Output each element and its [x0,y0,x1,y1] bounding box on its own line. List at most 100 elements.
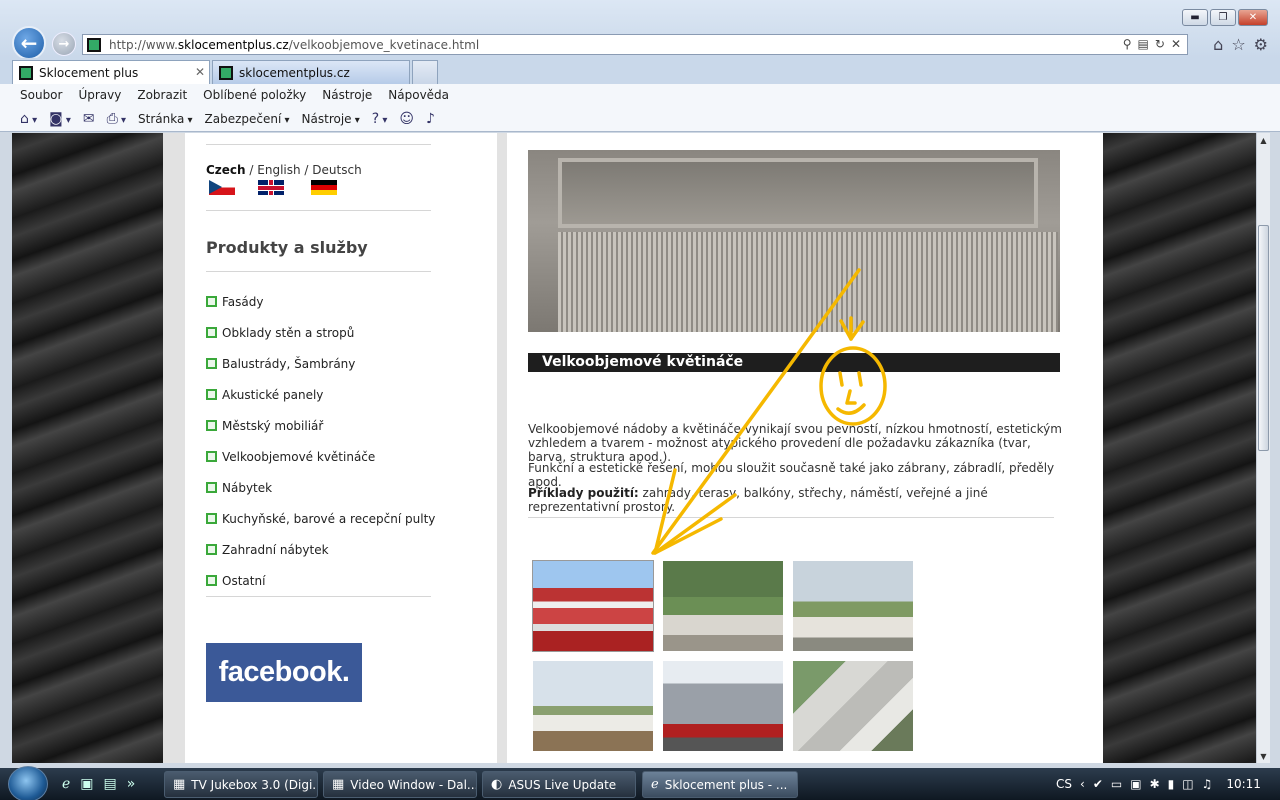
url-path: /velkoobjemove_kvetinace.html [288,37,480,52]
flag-czech-icon[interactable] [209,180,235,195]
planter-ribbed-side [558,232,1058,332]
menu-zobrazit[interactable]: Zobrazit [137,88,187,102]
scroll-down-arrow-icon[interactable]: ▼ [1257,749,1270,763]
chevron-left-icon[interactable]: ‹ [1080,777,1085,791]
product-obklady[interactable]: Obklady stěn a stropů [206,317,435,348]
divider [206,271,431,272]
language-indicator[interactable]: CS [1056,777,1072,791]
network-tray-icon[interactable]: ▭ [1111,777,1122,791]
browser-right-icons: ⌂ ☆ ⚙ [1213,35,1268,54]
menu-nastroje[interactable]: Nástroje [322,88,372,102]
task-tv-jukebox[interactable]: ▦ TV Jukebox 3.0 (Digi... [164,771,318,798]
start-button[interactable] [8,766,48,800]
divider [206,210,431,211]
tools-menu[interactable]: Nástroje [302,112,360,126]
task-sklocement-plus[interactable]: ℯ Sklocement plus - ... [642,771,798,798]
restore-button[interactable]: ❐ [1210,9,1236,26]
page-viewport: Czech / English / Deutsch Produkty a slu… [12,133,1256,763]
ie-icon[interactable]: ℯ [62,776,70,792]
product-label: Ostatní [222,573,266,588]
back-button[interactable]: ← [12,26,46,60]
tab-sklocement-plus[interactable]: Sklocement plus ✕ [12,60,210,84]
settings-gear-icon[interactable]: ⚙ [1254,35,1268,54]
product-kvetinace[interactable]: Velkoobjemové květináče [206,441,435,472]
site-favicon-icon [219,65,233,80]
tab-sklocementplus-cz[interactable]: sklocementplus.cz [212,60,410,84]
product-ostatni[interactable]: Ostatní [206,565,435,596]
menu-soubor[interactable]: Soubor [20,88,62,102]
favorites-star-icon[interactable]: ☆ [1231,35,1245,54]
bluetooth-tray-icon[interactable]: ✱ [1150,777,1160,791]
product-zahradni-nabytek[interactable]: Zahradní nábytek [206,534,435,565]
facebook-button[interactable]: facebook. [206,643,362,702]
arrow-left-icon: ← [20,31,38,55]
page-menu[interactable]: Stránka [138,112,193,126]
product-nabytek[interactable]: Nábytek [206,472,435,503]
lang-deutsch[interactable]: Deutsch [312,163,361,177]
page-scrollbar[interactable]: ▲ ▼ [1256,133,1270,763]
gallery-thumbnail-building[interactable] [532,560,654,652]
home-icon[interactable]: ⌂ [20,111,37,127]
home-icon[interactable]: ⌂ [1213,35,1223,54]
display-tray-icon[interactable]: ▣ [1130,777,1141,791]
gallery-thumbnail-facade[interactable] [663,661,783,751]
menu-oblibene[interactable]: Oblíbené položky [203,88,306,102]
clock[interactable]: 10:11 [1226,777,1261,791]
desktop-icon[interactable]: ▣ [80,776,93,792]
stop-icon[interactable]: ✕ [1171,37,1181,51]
volume-tray-icon[interactable]: ♫ [1202,777,1213,791]
scroll-up-arrow-icon[interactable]: ▲ [1257,133,1270,147]
search-icon[interactable]: ⚲ [1123,37,1132,51]
product-fasady[interactable]: Fasády [206,286,435,317]
new-tab-button[interactable] [412,60,438,84]
menu-napoveda[interactable]: Nápověda [388,88,449,102]
video-icon: ▦ [332,777,345,792]
forward-button[interactable]: → [52,32,76,56]
gallery-thumbnail-rooftop[interactable] [533,661,653,751]
url-text[interactable]: http://www.sklocementplus.cz/velkoobjemo… [109,38,479,52]
mail-icon[interactable]: ✉ [83,111,95,127]
print-icon[interactable]: ⎙ [107,111,126,127]
menu-upravy[interactable]: Úpravy [78,88,121,102]
compatibility-icon[interactable]: ▤ [1138,37,1149,51]
minimize-button[interactable]: ▬ [1182,9,1208,26]
messenger-icon[interactable]: ☺ [399,111,414,127]
close-button[interactable]: ✕ [1238,9,1268,26]
sidebar: Czech / English / Deutsch Produkty a slu… [185,133,497,763]
product-kuchynske-pulty[interactable]: Kuchyňské, barové a recepční pulty [206,503,435,534]
lang-english[interactable]: English [257,163,300,177]
gallery-thumbnail-planters[interactable] [793,561,913,651]
scrollbar-thumb[interactable] [1258,225,1269,451]
task-asus-live-update[interactable]: ◐ ASUS Live Update [482,771,636,798]
product-akusticke-panely[interactable]: Akustické panely [206,379,435,410]
quick-launch: ℯ ▣ ▤ » [62,776,135,792]
window-switch-icon[interactable]: ▤ [104,776,117,792]
gallery-thumbnail-garden[interactable] [663,561,783,651]
tab-bar: Sklocement plus ✕ sklocementplus.cz [0,58,1280,84]
refresh-icon[interactable]: ↻ [1155,37,1165,51]
chevron-right-icon[interactable]: » [127,776,136,792]
lang-czech[interactable]: Czech [206,163,246,177]
battery-tray-icon[interactable]: ▮ [1168,777,1175,791]
security-menu[interactable]: Zabezpečení [205,112,290,126]
address-bar[interactable]: http://www.sklocementplus.cz/velkoobjemo… [82,34,1188,55]
flag-germany-icon[interactable] [311,180,337,195]
product-mestsky-mobiliar[interactable]: Městský mobiliář [206,410,435,441]
gallery-thumbnail-planter-box[interactable] [793,661,913,751]
flag-uk-icon[interactable] [258,180,284,195]
function-paragraph: Funkční a estetické řešení, mohou slouži… [528,461,1055,489]
tab-close-icon[interactable]: ✕ [195,65,205,79]
examples-paragraph: Příklady použití: zahrady, terasy, balkó… [528,486,1068,514]
research-icon[interactable]: ♪ [426,111,435,127]
smiley-eye-right [857,371,863,387]
task-label: ASUS Live Update [508,777,617,792]
lang-sep: / [245,163,258,177]
rss-feed-icon[interactable]: ◙ [49,111,71,127]
wifi-tray-icon[interactable]: ◫ [1182,777,1193,791]
product-balustrady[interactable]: Balustrády, Šambrány [206,348,435,379]
main-content: Velkoobjemové květináče Velkoobjemové ná… [507,133,1103,763]
help-icon[interactable]: ? [372,111,388,127]
security-tray-icon[interactable]: ✔ [1093,777,1103,791]
tv-icon: ▦ [173,777,186,792]
task-video-window[interactable]: ▦ Video Window - Dal... [323,771,477,798]
